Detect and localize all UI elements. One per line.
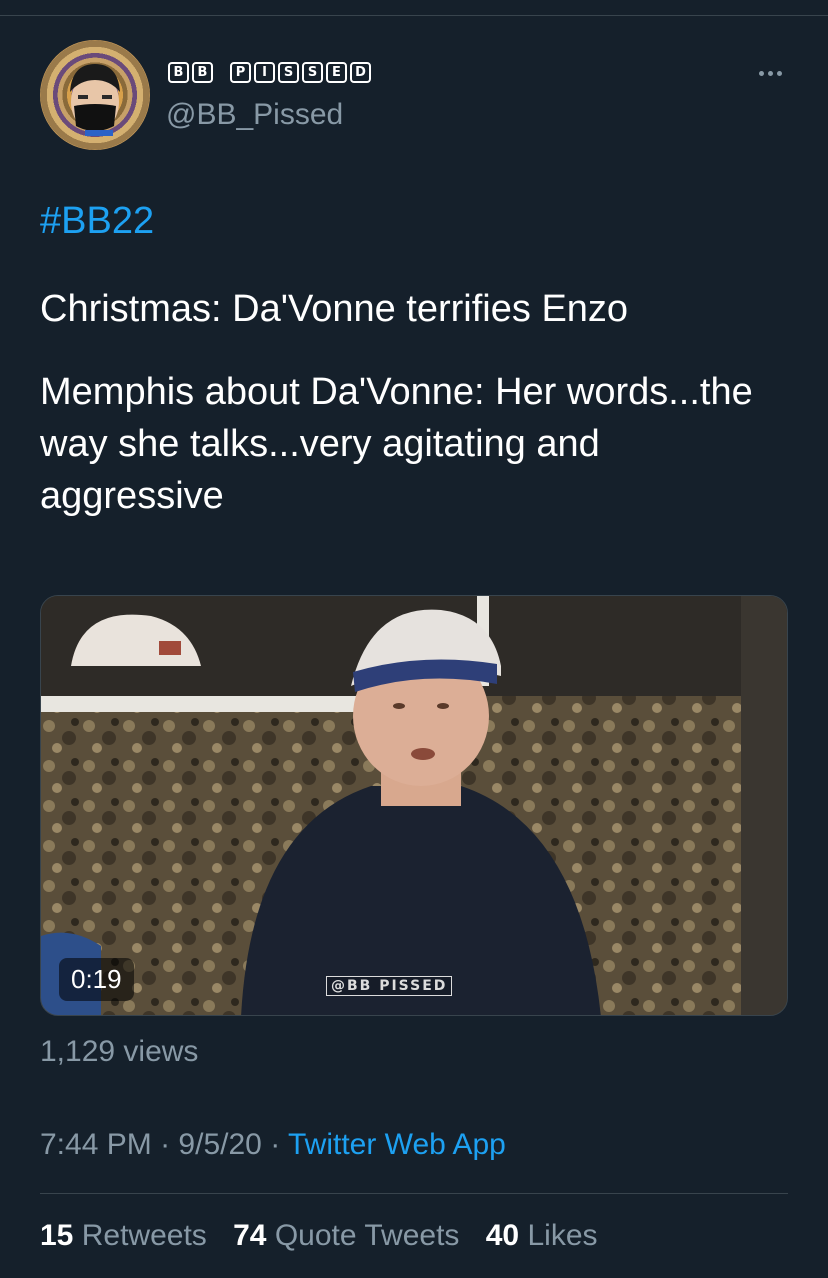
avatar[interactable] (40, 40, 150, 150)
tweet-text-line: Memphis about Da'Vonne: Her words...the … (40, 371, 753, 517)
meta-separator: · (270, 1128, 281, 1161)
hashtag-link[interactable]: #BB22 (40, 200, 154, 243)
quote-tweets-stat[interactable]: 74 Quote Tweets (233, 1219, 459, 1252)
tweet-metadata: 7:44 PM · 9/5/20 · Twitter Web App (40, 1128, 506, 1162)
top-divider (0, 15, 828, 16)
likes-stat[interactable]: 40 Likes (486, 1219, 598, 1252)
video-thumbnail (41, 596, 787, 1015)
stats-divider (40, 1193, 788, 1194)
avatar-masked-person-icon (70, 64, 120, 136)
name-tile: D (350, 62, 371, 83)
name-tile: B (192, 62, 213, 83)
tweet-source-link[interactable]: Twitter Web App (288, 1128, 506, 1161)
name-tile: E (326, 62, 347, 83)
engagement-stats: 15 Retweets 74 Quote Tweets 40 Likes (40, 1219, 616, 1253)
quotes-label: Quote Tweets (274, 1219, 460, 1252)
user-handle[interactable]: @BB_Pissed (166, 98, 343, 132)
name-tile: S (278, 62, 299, 83)
retweets-count: 15 (40, 1219, 74, 1252)
video-player[interactable]: 0:19 @BB PISSED (40, 595, 788, 1016)
likes-label: Likes (527, 1219, 598, 1252)
quotes-count: 74 (233, 1219, 267, 1252)
likes-count: 40 (485, 1219, 520, 1252)
tweet-date[interactable]: 9/5/20 (178, 1128, 261, 1161)
name-tile: I (254, 62, 275, 83)
tweet-text-line: Christmas: Da'Vonne terrifies Enzo (40, 288, 629, 330)
meta-separator: · (160, 1128, 171, 1161)
retweets-label: Retweets (81, 1219, 207, 1252)
name-tile: S (302, 62, 323, 83)
name-tile: P (230, 62, 251, 83)
video-duration: 0:19 (59, 958, 134, 1001)
name-tile: B (168, 62, 189, 83)
retweets-stat[interactable]: 15 Retweets (40, 1219, 207, 1252)
video-watermark: @BB PISSED (326, 976, 453, 996)
view-count: 1,129 views (40, 1035, 199, 1068)
display-name[interactable]: B B P I S S E D (168, 62, 374, 83)
more-options-icon[interactable] (752, 58, 788, 88)
tweet-time[interactable]: 7:44 PM (40, 1128, 152, 1161)
